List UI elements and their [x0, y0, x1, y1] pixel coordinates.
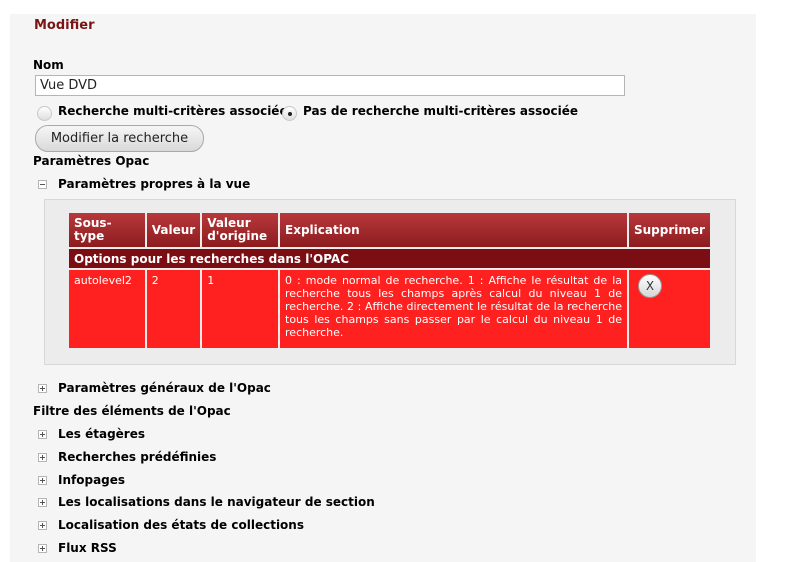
page-title: Modifier — [34, 18, 95, 33]
table-header-row: Sous-type Valeur Valeur d'origine Explica… — [69, 213, 710, 247]
table-row: autolevel2 2 1 0 : mode normal de recher… — [69, 270, 710, 348]
modify-search-button[interactable]: Modifier la recherche — [35, 125, 204, 152]
radio-multicriteria-label: Recherche multi-critères associée — [58, 104, 288, 118]
filter-item-predefined-searches[interactable]: Recherches prédéfinies — [58, 450, 216, 464]
col-header-origin-line2: d'origine — [207, 229, 268, 243]
expand-toggle-icon[interactable] — [38, 476, 47, 485]
form-panel: Modifier Nom Recherche multi-critères as… — [10, 14, 756, 562]
view-params-toggle[interactable]: Paramètres propres à la vue — [58, 177, 250, 191]
radio-no-multicriteria-label: Pas de recherche multi-critères associée — [303, 104, 579, 118]
cell-delete: X — [629, 270, 710, 348]
cell-value: 2 — [146, 270, 201, 348]
filter-item-locations-navigator[interactable]: Les localisations dans le navigateur de … — [58, 495, 375, 509]
col-header-origin-line1: Valeur — [207, 216, 251, 230]
delete-button[interactable]: X — [638, 274, 662, 298]
expand-toggle-icon[interactable] — [38, 453, 47, 462]
cell-subtype: autolevel2 — [69, 270, 145, 348]
expand-toggle-icon[interactable] — [38, 544, 47, 553]
opac-params-label: Paramètres Opac — [33, 154, 150, 168]
col-header-subtype: Sous-type — [69, 213, 145, 247]
radio-selected-dot — [288, 112, 292, 116]
col-header-delete: Supprimer — [629, 213, 710, 247]
col-header-value: Valeur — [146, 213, 201, 247]
general-params-toggle[interactable]: Paramètres généraux de l'Opac — [58, 381, 271, 395]
filters-label: Filtre des éléments de l'Opac — [33, 404, 231, 418]
expand-toggle-icon[interactable] — [38, 384, 47, 393]
table-section-row: Options pour les recherches dans l'OPAC — [69, 249, 710, 268]
radio-multicriteria[interactable] — [37, 106, 52, 121]
col-header-origin: Valeur d'origine — [202, 213, 279, 247]
filter-item-shelves[interactable]: Les étagères — [58, 427, 145, 441]
cell-explanation: 0 : mode normal de recherche. 1 : Affich… — [280, 270, 627, 348]
cell-origin-value: 1 — [202, 270, 279, 348]
name-input[interactable] — [35, 75, 625, 96]
collapse-toggle-icon[interactable] — [38, 180, 47, 189]
params-table: Sous-type Valeur Valeur d'origine Explica… — [67, 211, 712, 350]
filter-item-rss[interactable]: Flux RSS — [58, 541, 117, 555]
col-header-explanation: Explication — [280, 213, 627, 247]
section-label: Options pour les recherches dans l'OPAC — [69, 249, 710, 268]
expand-toggle-icon[interactable] — [38, 430, 47, 439]
name-label: Nom — [33, 58, 64, 72]
radio-no-multicriteria[interactable] — [282, 106, 297, 121]
expand-toggle-icon[interactable] — [38, 498, 47, 507]
expand-toggle-icon[interactable] — [38, 521, 47, 530]
filter-item-infopages[interactable]: Infopages — [58, 473, 125, 487]
filter-item-collection-states[interactable]: Localisation des états de collections — [58, 518, 304, 532]
